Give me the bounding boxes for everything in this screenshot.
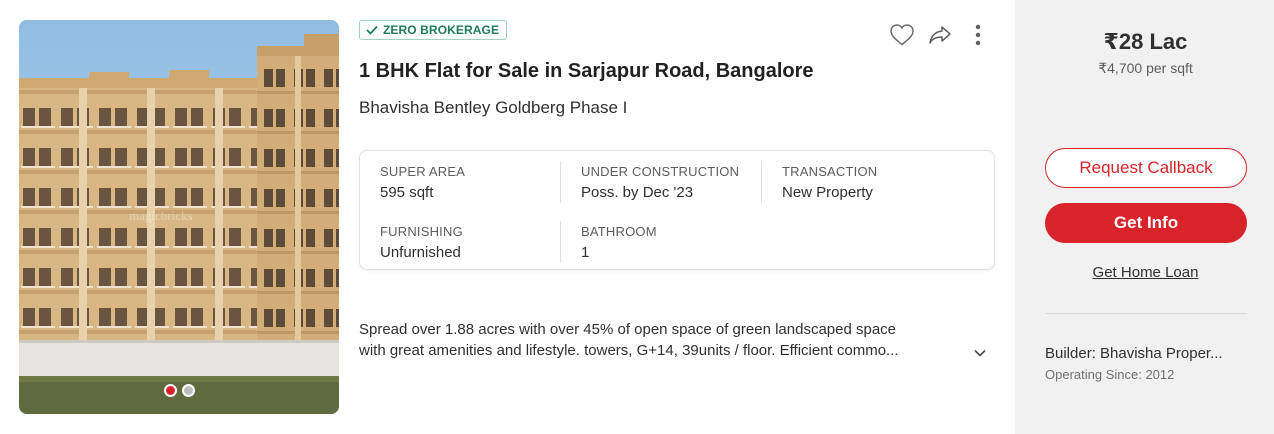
- heart-icon: [890, 24, 914, 46]
- summary-divider: [560, 221, 561, 263]
- share-icon: [929, 26, 951, 44]
- request-callback-button[interactable]: Request Callback: [1045, 148, 1247, 188]
- builder-name[interactable]: Builder: Bhavisha Proper...: [1045, 345, 1250, 362]
- summary-label: UNDER CONSTRUCTION: [581, 164, 740, 179]
- get-info-button[interactable]: Get Info: [1045, 203, 1247, 243]
- description-line: with great amenities and lifestyle. towe…: [359, 342, 899, 359]
- divider: [1045, 313, 1247, 314]
- more-options-button[interactable]: [963, 20, 993, 50]
- project-name[interactable]: Bhavisha Bentley Goldberg Phase I: [359, 98, 627, 118]
- pricing-panel: ₹28 Lac ₹4,700 per sqft Request Callback…: [1015, 0, 1274, 434]
- summary-value: New Property: [782, 184, 873, 201]
- summary-label: FURNISHING: [380, 224, 463, 239]
- property-card: magicbricks ZERO BROKERAGE 1 BHK Flat fo…: [0, 0, 1274, 434]
- summary-super-area: SUPER AREA 595 sqft: [380, 164, 465, 201]
- listing-title[interactable]: 1 BHK Flat for Sale in Sarjapur Road, Ba…: [359, 60, 814, 83]
- summary-label: BATHROOM: [581, 224, 657, 239]
- description-line: Spread over 1.88 acres with over 45% of …: [359, 321, 897, 338]
- chevron-down-icon: [974, 349, 986, 357]
- carousel-dots: [164, 384, 195, 397]
- summary-value: Poss. by Dec '23: [581, 184, 694, 201]
- price: ₹28 Lac: [1103, 29, 1188, 54]
- watermark-text: magicbricks: [129, 208, 193, 223]
- builder-operating-since: Operating Since: 2012: [1045, 367, 1175, 382]
- zero-brokerage-badge: ZERO BROKERAGE: [359, 20, 508, 40]
- summary-divider: [761, 161, 762, 203]
- price-per-sqft: ₹4,700 per sqft: [1098, 60, 1193, 76]
- building-image: magicbricks: [19, 20, 339, 414]
- carousel-dot-2[interactable]: [182, 384, 195, 397]
- summary-label: SUPER AREA: [380, 164, 466, 179]
- summary-value: 1: [581, 244, 590, 261]
- summary-bathroom: BATHROOM 1: [581, 224, 657, 261]
- listing-description: Spread over 1.88 acres with over 45% of …: [359, 319, 971, 361]
- property-summary: SUPER AREA 595 sqft UNDER CONSTRUCTION P…: [359, 150, 995, 270]
- carousel-dot-1[interactable]: [164, 384, 177, 397]
- summary-furnishing: FURNISHING Unfurnished: [380, 224, 463, 261]
- check-icon: [366, 25, 378, 35]
- expand-description-button[interactable]: [973, 345, 987, 363]
- summary-label: TRANSACTION: [782, 164, 878, 179]
- more-vertical-icon: [975, 24, 981, 46]
- summary-transaction: TRANSACTION New Property: [782, 164, 877, 201]
- summary-divider: [560, 161, 561, 203]
- get-home-loan-link[interactable]: Get Home Loan: [1015, 264, 1274, 281]
- share-button[interactable]: [925, 20, 955, 50]
- listing-actions: [887, 20, 993, 50]
- property-photo[interactable]: magicbricks: [19, 20, 339, 414]
- summary-status: UNDER CONSTRUCTION Poss. by Dec '23: [581, 164, 739, 201]
- badge-label: ZERO BROKERAGE: [383, 23, 500, 37]
- favorite-button[interactable]: [887, 20, 917, 50]
- summary-value: Unfurnished: [380, 244, 461, 261]
- summary-value: 595 sqft: [380, 184, 434, 201]
